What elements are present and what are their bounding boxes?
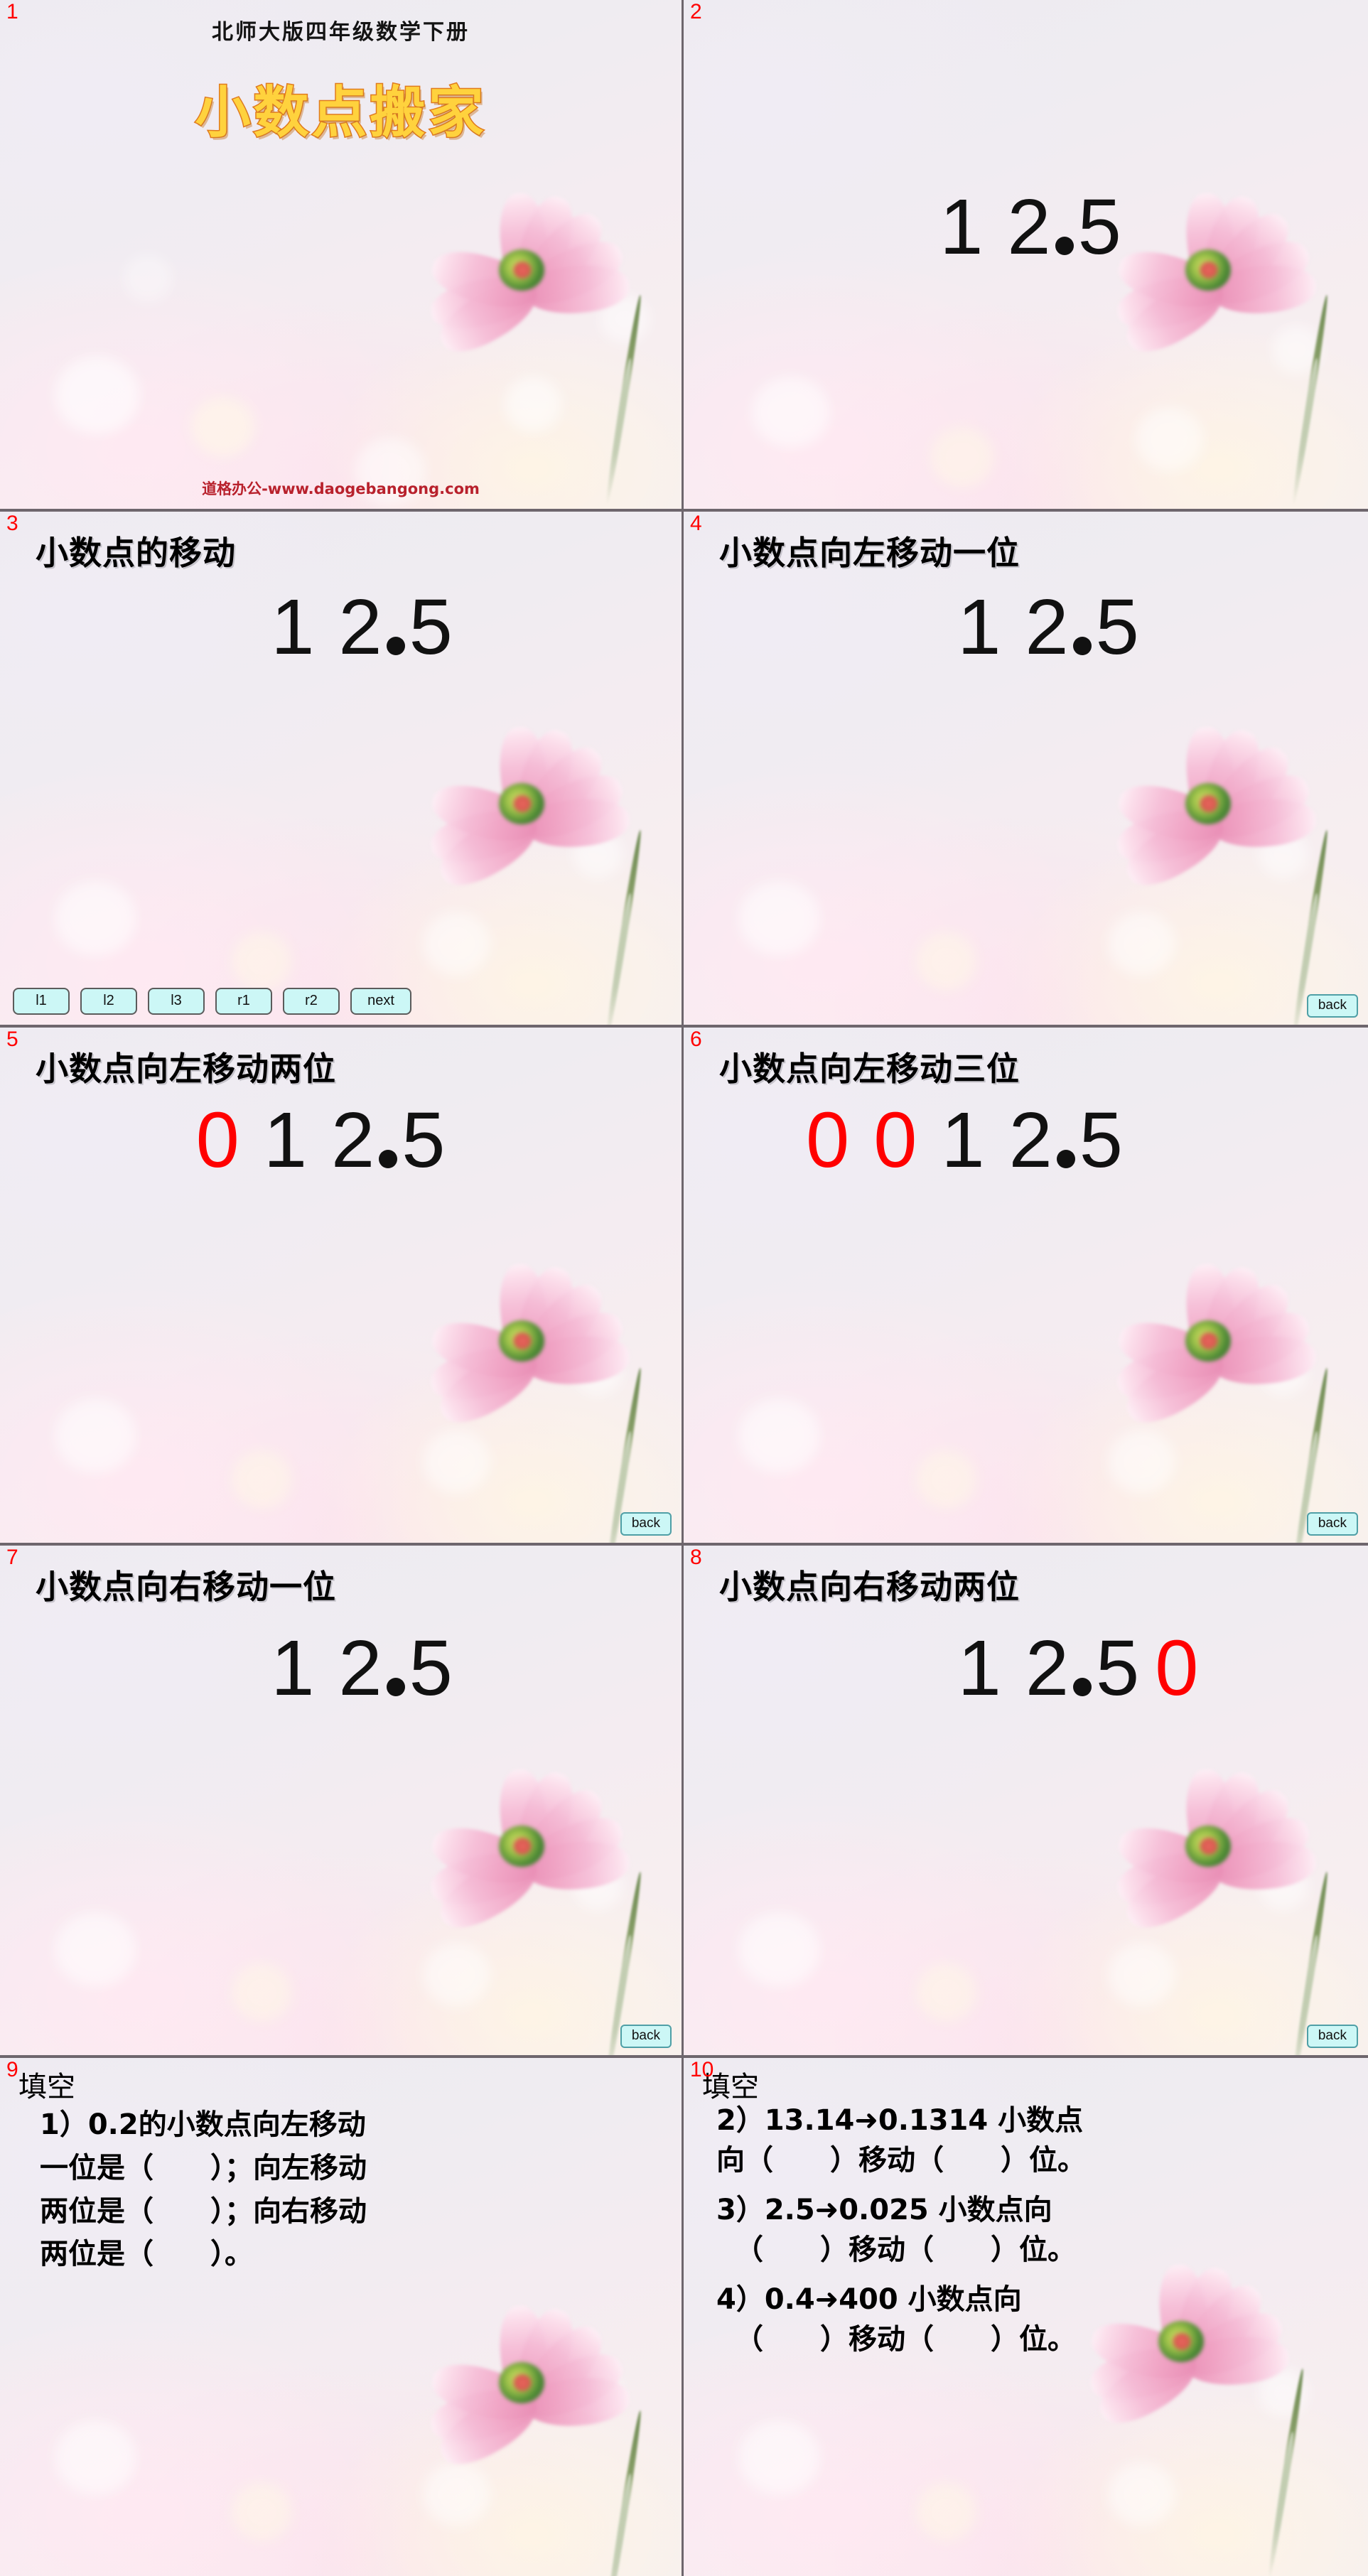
slide-thumbnail-1[interactable]: 1 北师大版四年级数学下册 小数点搬家 道格办公-www.daogebangon…	[0, 0, 684, 512]
button-l3[interactable]: l3	[148, 988, 205, 1015]
fill-blank-line: 2）13.14➜0.1314 小数点	[716, 2104, 1084, 2137]
decimal-display-7: 125	[271, 1624, 453, 1712]
decimal-display-3: 125	[271, 583, 453, 671]
button-next[interactable]: next	[350, 988, 411, 1015]
watermark-text: 道格办公-www.daogebangong.com	[202, 480, 480, 497]
fill-blank-line: 两位是（ ）。	[40, 2238, 253, 2271]
fill-blank-line: （ ）移动（ ）位。	[735, 2323, 1076, 2356]
slide-thumbnail-2[interactable]: 2 125	[684, 0, 1368, 512]
fill-blank-line: 两位是（ ）；向右移动	[40, 2194, 367, 2228]
page-title: 小数点搬家	[194, 80, 487, 146]
fill-blank-title-9: 填空	[18, 2071, 75, 2103]
course-subtitle: 北师大版四年级数学下册	[212, 20, 470, 45]
slide-number-9: 9	[6, 2058, 18, 2081]
slide-heading-6: 小数点向左移动三位	[719, 1050, 1020, 1088]
fill-blank-question-4: 4）0.4➜400 小数点向 （ ）移动（ ）位。	[716, 2281, 1350, 2358]
fill-blank-line: 4）0.4➜400 小数点向	[716, 2283, 1022, 2316]
slide-thumbnail-6[interactable]: 6 小数点向左移动三位 00125 back	[684, 1028, 1368, 1546]
slide-heading-5: 小数点向左移动两位	[36, 1050, 336, 1088]
fill-blank-question-2: 2）13.14➜0.1314 小数点 向（ ）移动（ ）位。	[716, 2102, 1350, 2179]
fill-blank-line: 向（ ）移动（ ）位。	[716, 2144, 1086, 2177]
slide-thumbnail-5[interactable]: 5 小数点向左移动两位 0125 back	[0, 1028, 684, 1546]
fill-blank-body-9: 1）0.2的小数点向左移动 一位是（ ）；向左移动 两位是（ ）；向右移动 两位…	[40, 2105, 663, 2278]
fill-blank-line: 1）0.2的小数点向左移动	[40, 2108, 366, 2141]
back-button[interactable]: back	[620, 1512, 672, 1536]
slide-thumbnail-7[interactable]: 7 小数点向右移动一位 125 back	[0, 1546, 684, 2058]
slide-thumbnail-3[interactable]: 3 小数点的移动 125 l1 l2 l3 r1 r2 next	[0, 512, 684, 1028]
flower-background	[0, 1546, 682, 2055]
fill-blank-line: 3）2.5➜0.025 小数点向	[716, 2194, 1052, 2226]
slide-number-3: 3	[6, 512, 18, 535]
slide-heading-4: 小数点向左移动一位	[719, 534, 1020, 572]
slide-number-8: 8	[690, 1546, 702, 1569]
slide-heading-3: 小数点的移动	[36, 534, 236, 572]
button-l1[interactable]: l1	[13, 988, 70, 1015]
button-r1[interactable]: r1	[215, 988, 272, 1015]
slide-number-7: 7	[6, 1546, 18, 1569]
slide-number-10: 10	[690, 2058, 714, 2081]
decimal-display-6: 00125	[806, 1096, 1123, 1184]
slide-number-4: 4	[690, 512, 702, 535]
decimal-display-4: 125	[957, 583, 1139, 671]
decimal-display-5: 0125	[195, 1096, 446, 1184]
decimal-display-8: 1250	[957, 1624, 1199, 1712]
decimal-display-2: 125	[939, 183, 1121, 271]
slide-heading-8: 小数点向右移动两位	[719, 1568, 1020, 1606]
slide-heading-7: 小数点向右移动一位	[36, 1568, 336, 1606]
slide-thumbnail-grid: 1 北师大版四年级数学下册 小数点搬家 道格办公-www.daogebangon…	[0, 0, 1368, 2576]
slide-thumbnail-4[interactable]: 4 小数点向左移动一位 125 back	[684, 512, 1368, 1028]
fill-blank-body-10: 2）13.14➜0.1314 小数点 向（ ）移动（ ）位。 3）2.5➜0.0…	[716, 2102, 1350, 2371]
slide-thumbnail-10[interactable]: 10 填空 2）13.14➜0.1314 小数点 向（ ）移动（ ）位。 3）2…	[684, 2058, 1368, 2576]
back-button[interactable]: back	[1306, 2025, 1358, 2048]
slide-thumbnail-8[interactable]: 8 小数点向右移动两位 1250 back	[684, 1546, 1368, 2058]
slide-number-5: 5	[6, 1028, 18, 1051]
slide-number-2: 2	[690, 0, 702, 23]
fill-blank-question-3: 3）2.5➜0.025 小数点向 （ ）移动（ ）位。	[716, 2192, 1350, 2268]
back-button[interactable]: back	[1306, 994, 1358, 1018]
button-r2[interactable]: r2	[283, 988, 340, 1015]
fill-blank-line: 一位是（ ）；向左移动	[40, 2151, 367, 2184]
flower-background	[684, 1546, 1368, 2055]
slide-number-1: 1	[6, 0, 18, 23]
nav-button-bar: l1 l2 l3 r1 r2 next	[13, 988, 669, 1015]
slide-number-6: 6	[690, 1028, 702, 1051]
slide-thumbnail-9[interactable]: 9 填空 1）0.2的小数点向左移动 一位是（ ）；向左移动 两位是（ ）；向右…	[0, 2058, 684, 2576]
back-button[interactable]: back	[1306, 1512, 1358, 1536]
fill-blank-line: （ ）移动（ ）位。	[735, 2233, 1076, 2266]
back-button[interactable]: back	[620, 2025, 672, 2048]
button-l2[interactable]: l2	[80, 988, 137, 1015]
